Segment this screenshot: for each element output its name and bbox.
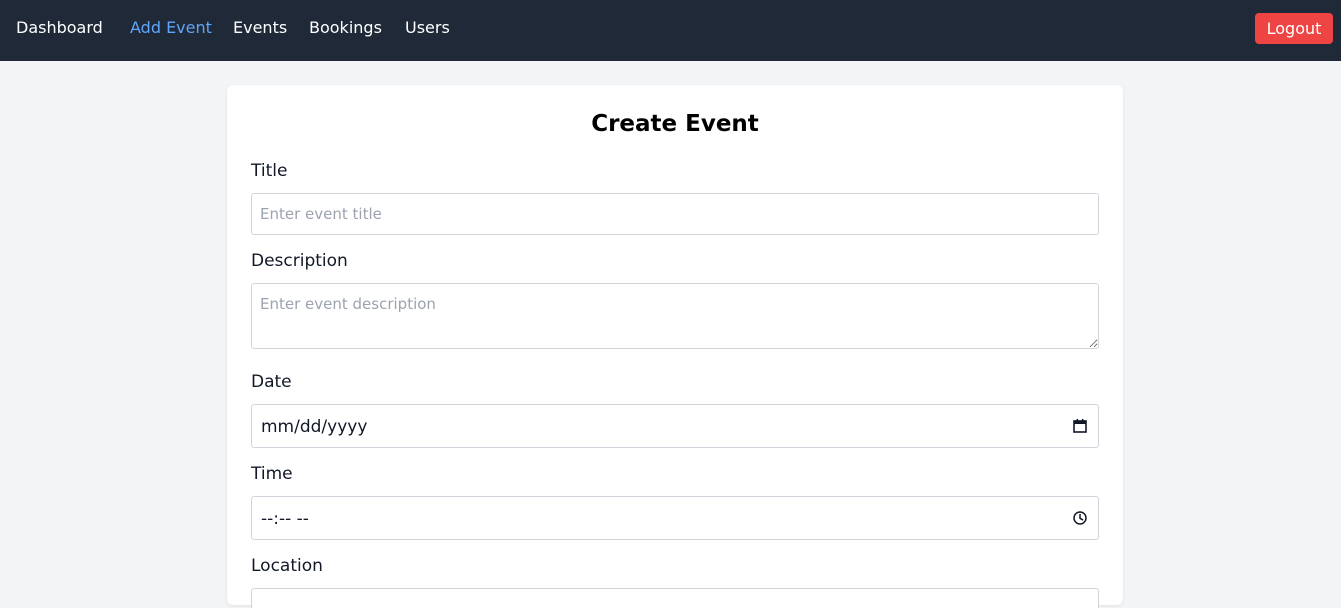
date-label: Date <box>251 372 292 392</box>
page-title: Create Event <box>591 111 759 137</box>
time-input[interactable]: --:-- -- <box>251 496 1099 540</box>
time-label: Time <box>251 464 293 484</box>
time-placeholder: --:-- -- <box>261 509 309 529</box>
title-label: Title <box>251 161 288 181</box>
logout-button[interactable]: Logout <box>1255 13 1333 44</box>
calendar-icon[interactable] <box>1072 418 1088 434</box>
location-label: Location <box>251 556 323 576</box>
date-placeholder: mm/dd/yyyy <box>261 417 368 437</box>
description-label: Description <box>251 251 348 271</box>
location-input[interactable] <box>251 588 1099 608</box>
nav-link-users[interactable]: Users <box>405 17 450 39</box>
top-navbar: Dashboard Add Event Events Bookings User… <box>0 0 1341 61</box>
nav-link-bookings[interactable]: Bookings <box>309 17 382 39</box>
nav-link-events[interactable]: Events <box>233 17 287 39</box>
create-event-card: Create Event Title Description Date mm/d… <box>227 85 1123 608</box>
date-input[interactable]: mm/dd/yyyy <box>251 404 1099 448</box>
nav-link-dashboard[interactable]: Dashboard <box>16 17 103 39</box>
title-input[interactable] <box>251 193 1099 235</box>
clock-icon[interactable] <box>1072 510 1088 526</box>
description-textarea[interactable] <box>251 283 1099 349</box>
nav-link-add-event[interactable]: Add Event <box>130 17 212 39</box>
